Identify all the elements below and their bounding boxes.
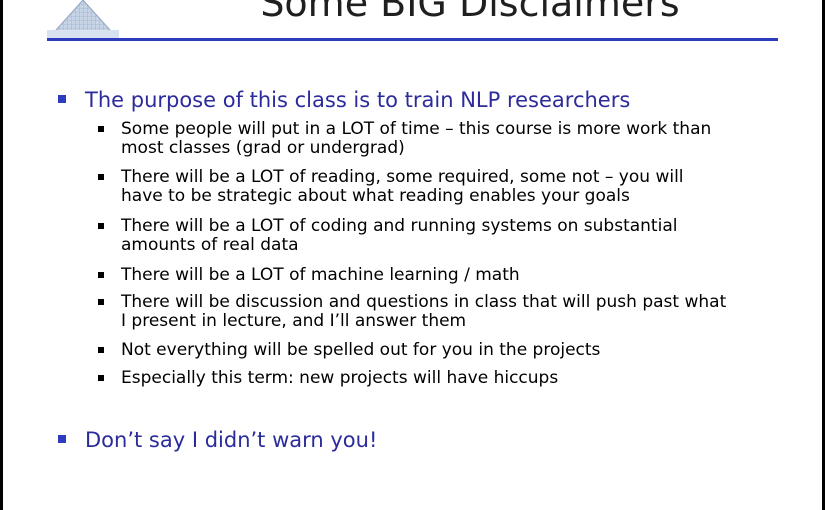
sub-bullet-text: There will be discussion and questions i… xyxy=(121,292,727,331)
sub-bullet-text: There will be a LOT of coding and runnin… xyxy=(121,216,678,255)
square-bullet-icon xyxy=(98,347,104,353)
sub-bullet-text: There will be a LOT of machine learning … xyxy=(121,265,520,285)
bullet-list: The purpose of this class is to train NL… xyxy=(0,0,825,510)
square-bullet-icon xyxy=(98,174,104,180)
bullet-text: Don’t say I didn’t warn you! xyxy=(85,428,378,452)
square-bullet-icon xyxy=(98,375,104,381)
slide: Some BIG Disclaimers The purpose of this… xyxy=(0,0,825,510)
sub-bullet-text: Some people will put in a LOT of time – … xyxy=(121,119,712,158)
sub-bullet-text: Not everything will be spelled out for y… xyxy=(121,340,601,360)
sub-bullet-text: Especially this term: new projects will … xyxy=(121,368,559,388)
square-bullet-icon xyxy=(58,95,66,103)
square-bullet-icon xyxy=(98,223,104,229)
square-bullet-icon xyxy=(98,299,104,305)
square-bullet-icon xyxy=(98,272,104,278)
square-bullet-icon xyxy=(58,435,66,443)
sub-bullet-text: There will be a LOT of reading, some req… xyxy=(121,167,684,206)
bullet-text: The purpose of this class is to train NL… xyxy=(85,88,631,112)
square-bullet-icon xyxy=(98,126,104,132)
